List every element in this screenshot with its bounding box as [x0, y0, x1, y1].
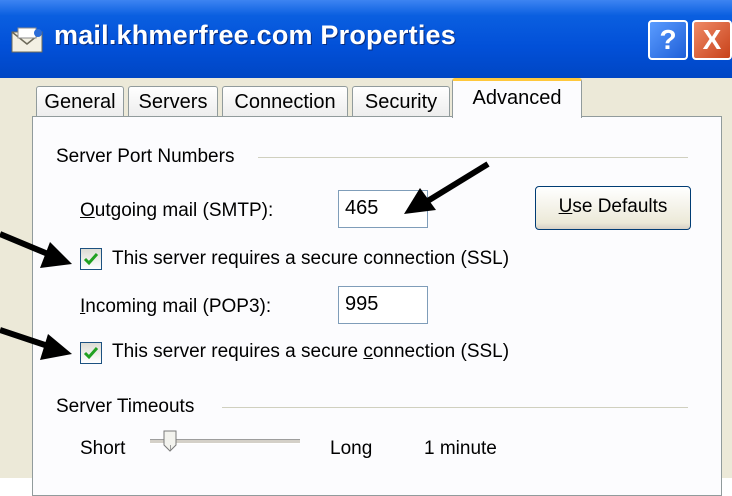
- label-text: onnection (SSL): [372, 341, 510, 362]
- group-title-ports: Server Port Numbers: [56, 146, 241, 168]
- label-accesskey: c: [363, 341, 373, 362]
- outgoing-mail-label: Outgoing mail (SMTP):: [80, 200, 273, 222]
- checkbox-icon: [83, 253, 99, 266]
- timeout-short-label: Short: [80, 438, 126, 459]
- tab-label: Advanced: [472, 87, 562, 109]
- tab-general[interactable]: General: [36, 86, 124, 118]
- button-text: se Defaults: [572, 196, 668, 217]
- tab-label: General: [44, 91, 116, 113]
- timeout-value: 1 minute: [424, 438, 497, 459]
- ssl-outgoing-checkbox[interactable]: [80, 248, 102, 270]
- tab-label: Servers: [138, 91, 208, 113]
- tab-connection[interactable]: Connection: [222, 86, 348, 118]
- tab-servers[interactable]: Servers: [128, 86, 218, 118]
- arrow-icon: [0, 327, 72, 360]
- label-text: utgoing mail (SMTP):: [94, 200, 274, 221]
- tab-label: Connection: [234, 91, 336, 113]
- tab-security[interactable]: Security: [352, 86, 450, 118]
- help-icon: ?: [659, 24, 677, 55]
- group-title-timeouts: Server Timeouts: [56, 396, 201, 418]
- title-bar[interactable]: mail.khmerfree.com Properties ? X: [0, 0, 732, 78]
- help-button[interactable]: ?: [648, 20, 688, 60]
- label-text: This server requires a secure: [112, 341, 364, 362]
- button-accesskey: U: [558, 196, 573, 217]
- group-divider: [258, 157, 688, 158]
- ssl-incoming-checkbox[interactable]: [80, 342, 102, 364]
- group-divider: [222, 407, 688, 408]
- arrow-icon: [0, 231, 72, 268]
- arrow-icon: [404, 161, 490, 214]
- slider-tick: [170, 445, 171, 450]
- ssl-outgoing-label: This server requires a secure connection…: [112, 248, 510, 269]
- incoming-mail-label: Incoming mail (POP3):: [80, 296, 271, 318]
- mail-envelope-icon: [10, 24, 46, 54]
- close-button[interactable]: X: [692, 20, 732, 60]
- label-accesskey: O: [80, 200, 95, 221]
- tab-advanced[interactable]: Advanced: [452, 78, 582, 118]
- checkbox-icon: [83, 347, 99, 360]
- incoming-port-field[interactable]: 995: [338, 286, 428, 324]
- window-title: mail.khmerfree.com Properties: [54, 20, 456, 50]
- tab-label: Security: [364, 91, 438, 113]
- label-text: ncoming mail (POP3):: [85, 296, 272, 317]
- ssl-incoming-label: This server requires a secure connection…: [112, 341, 509, 363]
- close-icon: X: [702, 24, 722, 55]
- use-defaults-button[interactable]: Use Defaults: [535, 186, 691, 230]
- timeout-long-label: Long: [330, 438, 373, 459]
